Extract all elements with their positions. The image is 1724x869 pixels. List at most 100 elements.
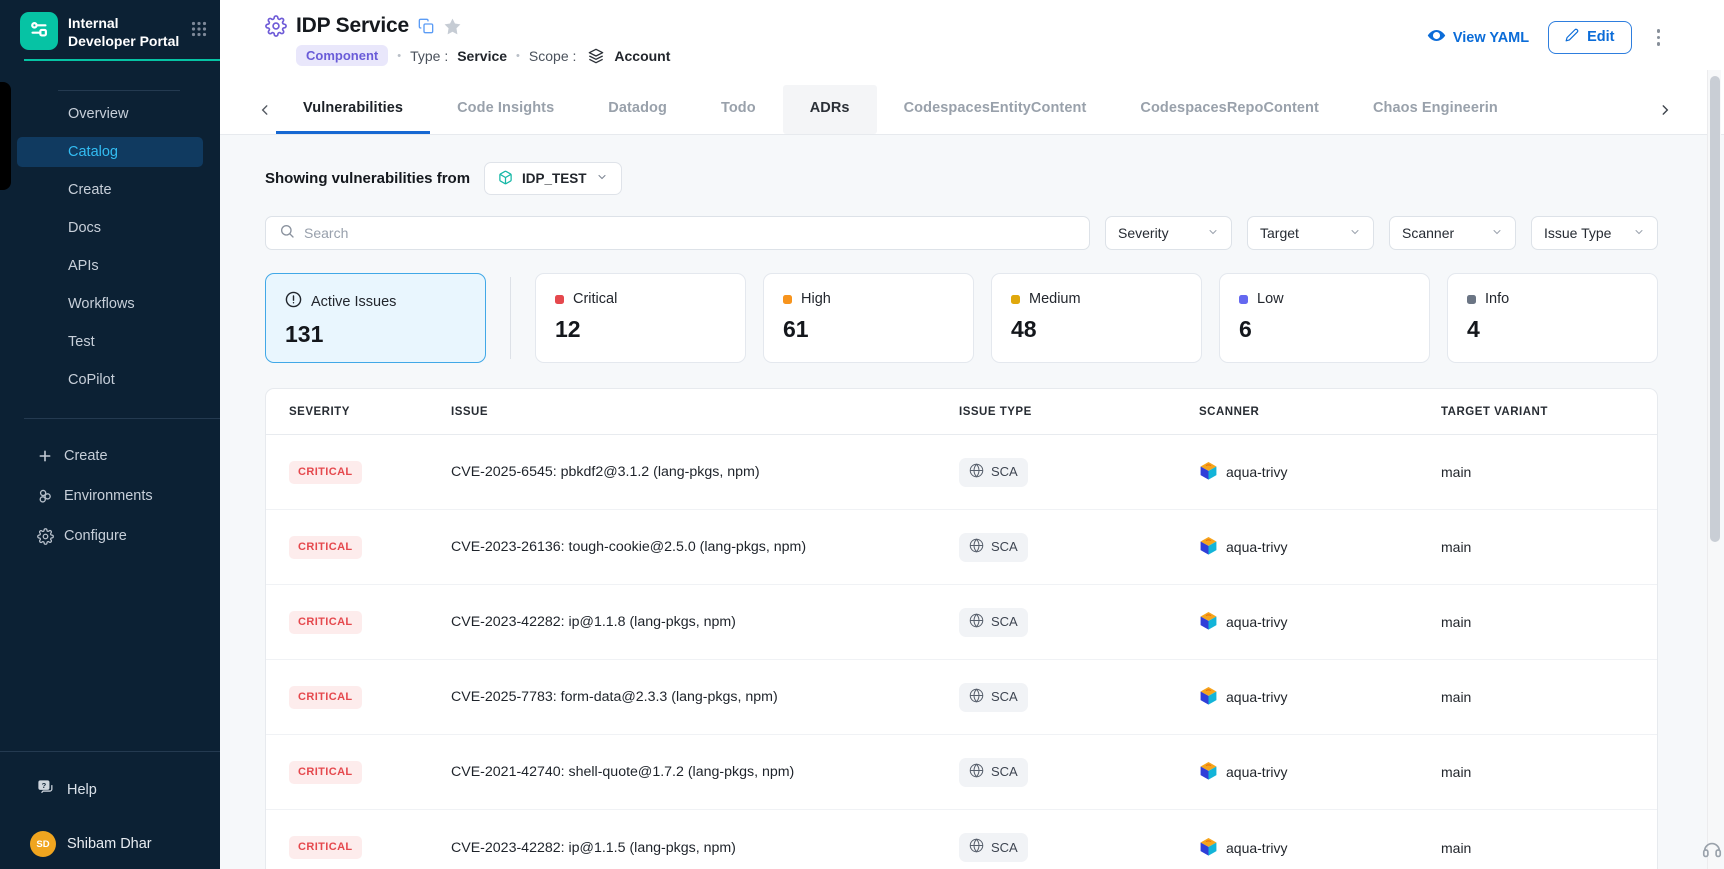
low-card[interactable]: Low 6 (1219, 273, 1430, 363)
sidebar-item-catalog[interactable]: Catalog (17, 137, 203, 167)
sidebar-header: Internal Developer Portal (0, 0, 220, 59)
view-yaml-button[interactable]: View YAML (1427, 26, 1529, 49)
component-badge: Component (296, 45, 388, 66)
scope-value: Account (614, 48, 670, 64)
trivy-cube-icon (1199, 761, 1218, 783)
page-header: IDP Service Component • Type : (220, 0, 1724, 85)
target-variant: main (1441, 689, 1657, 705)
table-row[interactable]: CRITICAL CVE-2021-42740: shell-quote@1.7… (266, 735, 1657, 810)
target-variant: main (1441, 464, 1657, 480)
scope-label: Scope : (529, 48, 576, 64)
filter-label: Severity (1118, 225, 1169, 241)
web-icon (969, 463, 984, 481)
sidebar: Internal Developer Portal Overview Catal… (0, 0, 220, 869)
layers-icon (588, 48, 604, 64)
issue-type-filter[interactable]: Issue Type (1531, 216, 1658, 250)
plus-icon (36, 448, 54, 464)
view-yaml-label: View YAML (1453, 30, 1529, 46)
utility-label: Environments (64, 488, 153, 504)
apps-grid-icon[interactable] (190, 12, 208, 43)
search-input[interactable] (304, 225, 1076, 241)
page-scrollbar (1707, 70, 1721, 869)
trivy-cube-icon (1199, 461, 1218, 483)
sidebar-item-apis[interactable]: APIs (0, 247, 220, 285)
sidebar-item-test[interactable]: Test (0, 323, 220, 361)
separator-dot: • (397, 50, 401, 62)
critical-count: 12 (555, 316, 726, 343)
accent-rule (24, 59, 220, 61)
issue-text: CVE-2023-26136: tough-cookie@2.5.0 (lang… (451, 539, 959, 555)
sidebar-item-copilot[interactable]: CoPilot (0, 361, 220, 399)
collapsed-panel-strip[interactable] (0, 82, 11, 190)
card-label: Low (1257, 291, 1284, 307)
portal-logo[interactable] (20, 12, 58, 50)
tab-vulnerabilities[interactable]: Vulnerabilities (276, 85, 430, 134)
tab-bar: Vulnerabilities Code Insights Datadog To… (220, 85, 1724, 135)
severity-filter[interactable]: Severity (1105, 216, 1232, 250)
info-card[interactable]: Info 4 (1447, 273, 1658, 363)
table-row[interactable]: CRITICAL CVE-2023-42282: ip@1.1.5 (lang-… (266, 810, 1657, 869)
chevron-down-icon (1349, 225, 1361, 241)
scanner-name: aqua-trivy (1226, 614, 1287, 630)
tab-chaos-engineering[interactable]: Chaos Engineerin (1346, 85, 1525, 134)
table-row[interactable]: CRITICAL CVE-2025-7783: form-data@2.3.3 … (266, 660, 1657, 735)
tab-datadog[interactable]: Datadog (581, 85, 694, 134)
critical-card[interactable]: Critical 12 (535, 273, 746, 363)
edit-label: Edit (1587, 29, 1614, 45)
severity-badge: CRITICAL (289, 611, 362, 634)
vulnerabilities-panel: Showing vulnerabilities from IDP_TEST (220, 135, 1724, 869)
target-filter[interactable]: Target (1247, 216, 1374, 250)
sidebar-item-overview[interactable]: Overview (0, 95, 220, 133)
user-menu[interactable]: SD Shibam Dhar (0, 801, 220, 869)
tabs-scroll-left-icon[interactable] (254, 99, 276, 121)
table-row[interactable]: CRITICAL CVE-2023-26136: tough-cookie@2.… (266, 510, 1657, 585)
type-label: Type : (410, 48, 448, 64)
vulnerabilities-table: SEVERITY ISSUE ISSUE TYPE SCANNER TARGET… (265, 388, 1658, 869)
support-widget-icon[interactable] (1701, 839, 1723, 866)
severity-badge: CRITICAL (289, 686, 362, 709)
help-button[interactable]: ? Help (0, 752, 220, 801)
severity-badge: CRITICAL (289, 761, 362, 784)
issue-type-label: SCA (991, 539, 1018, 554)
tab-codespaces-repo-content[interactable]: CodespacesRepoContent (1113, 85, 1346, 134)
edit-button[interactable]: Edit (1548, 21, 1631, 54)
chevron-down-icon (596, 171, 608, 186)
active-issues-card[interactable]: Active Issues 131 (265, 273, 486, 363)
sidebar-create-button[interactable]: Create (0, 436, 220, 476)
low-count: 6 (1239, 316, 1410, 343)
sidebar-configure-button[interactable]: Configure (0, 516, 220, 556)
trivy-cube-icon (1199, 837, 1218, 859)
help-chat-icon: ? (36, 778, 55, 801)
tab-code-insights[interactable]: Code Insights (430, 85, 581, 134)
issue-text: CVE-2021-42740: shell-quote@1.7.2 (lang-… (451, 764, 959, 780)
scanner-name: aqua-trivy (1226, 689, 1287, 705)
sidebar-environments-button[interactable]: Environments (0, 476, 220, 516)
card-label: Critical (573, 291, 617, 307)
high-card[interactable]: High 61 (763, 273, 974, 363)
tab-todo[interactable]: Todo (694, 85, 783, 134)
scope-select[interactable]: IDP_TEST (484, 162, 622, 195)
more-options-icon[interactable] (1651, 25, 1667, 50)
issue-type-label: SCA (991, 614, 1018, 629)
sidebar-item-create[interactable]: Create (0, 171, 220, 209)
table-row[interactable]: CRITICAL CVE-2025-6545: pbkdf2@3.1.2 (la… (266, 435, 1657, 510)
scanner-cell: aqua-trivy (1199, 686, 1441, 708)
tabs-scroll-right-icon[interactable] (1654, 99, 1676, 121)
medium-card[interactable]: Medium 48 (991, 273, 1202, 363)
search-icon (279, 223, 295, 244)
issue-type-label: SCA (991, 689, 1018, 704)
star-icon[interactable] (443, 17, 462, 36)
main-area: IDP Service Component • Type : (220, 0, 1724, 869)
issue-type-chip: SCA (959, 458, 1028, 487)
table-row[interactable]: CRITICAL CVE-2023-42282: ip@1.1.8 (lang-… (266, 585, 1657, 660)
copy-icon[interactable] (418, 18, 434, 34)
sidebar-item-docs[interactable]: Docs (0, 209, 220, 247)
tab-codespaces-entity-content[interactable]: CodespacesEntityContent (877, 85, 1114, 134)
tab-adrs[interactable]: ADRs (783, 85, 877, 134)
low-dot (1239, 295, 1248, 304)
scanner-filter[interactable]: Scanner (1389, 216, 1516, 250)
severity-badge: CRITICAL (289, 836, 362, 859)
sidebar-item-workflows[interactable]: Workflows (0, 285, 220, 323)
severity-badge: CRITICAL (289, 536, 362, 559)
scrollbar-thumb[interactable] (1710, 76, 1720, 542)
